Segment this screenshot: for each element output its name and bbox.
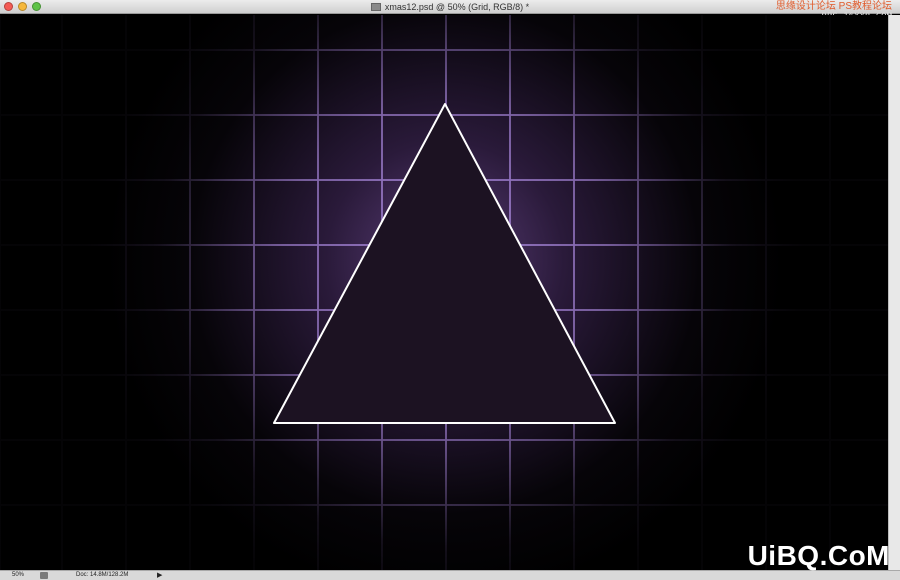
- document-icon: [370, 3, 381, 11]
- vertical-scrollbar[interactable]: [888, 15, 900, 570]
- window-title-text: xmas12.psd @ 50% (Grid, RGB/8) *: [384, 2, 530, 12]
- watermark-top-line1: 思缘设计论坛 PS教程论坛: [775, 1, 892, 12]
- document-canvas[interactable]: [0, 15, 888, 570]
- zoom-level[interactable]: 50%: [12, 571, 24, 580]
- doc-size: Doc: 14.8M/128.2M: [76, 572, 129, 578]
- window-titlebar: xmas12.psd @ 50% (Grid, RGB/8) * 思缘设计论坛 …: [0, 0, 900, 22]
- status-icon[interactable]: [40, 572, 48, 579]
- play-arrow-icon[interactable]: ▶: [157, 571, 162, 580]
- window-title: xmas12.psd @ 50% (Grid, RGB/8) *: [0, 0, 900, 14]
- artwork-svg: [0, 15, 888, 570]
- watermark-bottom: UiBQ.CoM: [747, 540, 890, 571]
